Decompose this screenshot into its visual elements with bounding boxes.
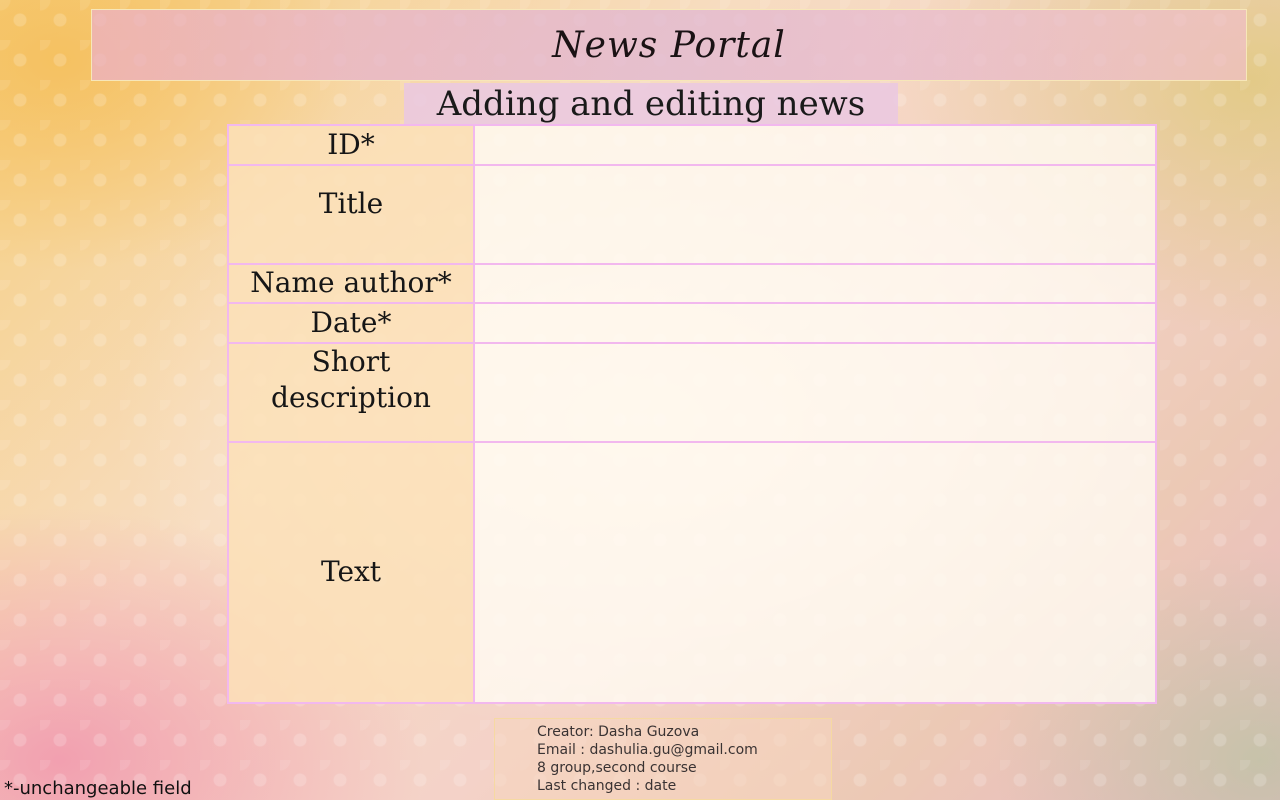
id-field[interactable] — [475, 126, 1155, 164]
date-field[interactable] — [475, 304, 1155, 342]
page-title-banner: Adding and editing news — [404, 83, 898, 125]
author-field[interactable] — [475, 265, 1155, 302]
form-row-short-description: Short description — [229, 344, 1155, 443]
author-field-cell — [475, 265, 1155, 304]
footer-info: Creator: Dasha Guzova Email : dashulia.g… — [494, 718, 832, 800]
form-row-title: Title — [229, 166, 1155, 265]
short-description-field[interactable] — [475, 344, 1155, 441]
unchangeable-field-note: *-unchangeable field — [4, 778, 192, 799]
footer-email: Email : dashulia.gu@gmail.com — [537, 742, 758, 758]
id-field-cell — [475, 126, 1155, 166]
site-title: News Portal — [552, 24, 786, 66]
field-label-id: ID* — [229, 126, 475, 166]
text-field[interactable] — [475, 443, 1155, 702]
footer-group: 8 group,second course — [537, 760, 697, 776]
form-row-date: Date* — [229, 304, 1155, 344]
field-label-date: Date* — [229, 304, 475, 344]
footer-last-changed: Last changed : date — [537, 778, 677, 794]
short-description-field-cell — [475, 344, 1155, 443]
field-label-short-description: Short description — [229, 344, 475, 443]
footer-creator: Creator: Dasha Guzova — [537, 724, 700, 740]
form-row-text: Text — [229, 443, 1155, 702]
title-field-cell — [475, 166, 1155, 265]
field-label-title: Title — [229, 166, 475, 265]
form-row-author: Name author* — [229, 265, 1155, 304]
field-label-text: Text — [229, 443, 475, 702]
form-row-id: ID* — [229, 126, 1155, 166]
page-title: Adding and editing news — [436, 84, 866, 124]
news-form: ID* Title Name author* Date* Short descr… — [227, 124, 1157, 704]
field-label-author: Name author* — [229, 265, 475, 304]
text-field-cell — [475, 443, 1155, 702]
site-header: News Portal — [91, 9, 1247, 81]
title-field[interactable] — [475, 166, 1155, 263]
date-field-cell — [475, 304, 1155, 344]
